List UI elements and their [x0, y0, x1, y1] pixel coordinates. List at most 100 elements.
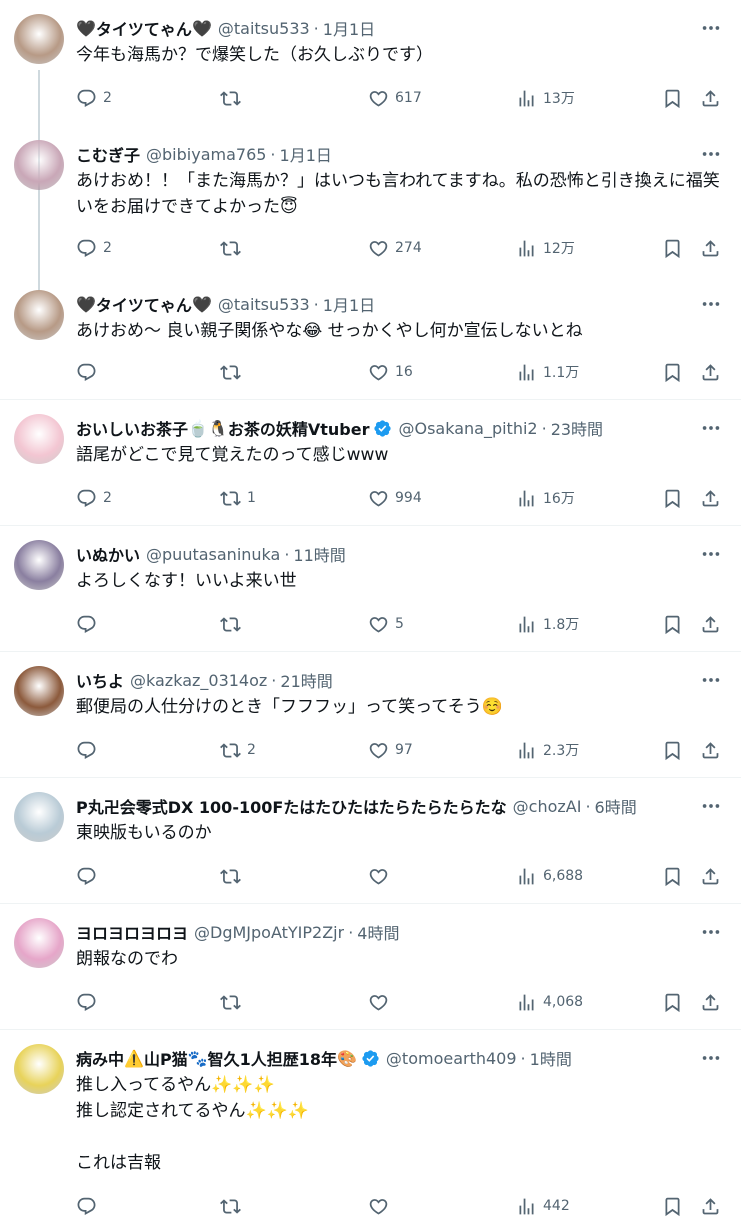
- repost-button[interactable]: [220, 989, 241, 1015]
- more-options-icon[interactable]: [699, 542, 723, 566]
- repost-button[interactable]: [220, 863, 241, 889]
- bookmark-button[interactable]: [662, 989, 683, 1015]
- post-timestamp[interactable]: 4時間: [357, 920, 399, 944]
- like-button[interactable]: [368, 1193, 389, 1219]
- repost-button[interactable]: [220, 611, 241, 637]
- avatar[interactable]: [14, 14, 64, 64]
- bookmark-button[interactable]: [662, 359, 683, 385]
- like-button[interactable]: [368, 989, 389, 1015]
- views-button[interactable]: 16万: [516, 485, 575, 511]
- more-options-icon[interactable]: [699, 16, 723, 40]
- bookmark-button[interactable]: [662, 611, 683, 637]
- more-options-icon[interactable]: [699, 668, 723, 692]
- avatar[interactable]: [14, 918, 64, 968]
- display-name[interactable]: いぬかい: [76, 542, 140, 566]
- repost-button[interactable]: [220, 85, 241, 111]
- reply-button[interactable]: 2: [76, 85, 112, 111]
- avatar[interactable]: [14, 792, 64, 842]
- more-options-icon[interactable]: [699, 292, 723, 316]
- display-name[interactable]: 🖤 タイツてゃん 🖤: [76, 292, 212, 316]
- like-button[interactable]: 274: [368, 235, 422, 261]
- views-button[interactable]: 442: [516, 1193, 570, 1219]
- reply-post[interactable]: いちよ @kazkaz_0314oz · 21時間 郵便局の人仕分けのとき「フフフッ」っ…: [0, 652, 741, 778]
- more-options-icon[interactable]: [699, 920, 723, 944]
- more-options-icon[interactable]: [699, 794, 723, 818]
- reply-button[interactable]: 2: [76, 485, 112, 511]
- share-button[interactable]: [700, 611, 721, 637]
- like-button[interactable]: 994: [368, 485, 422, 511]
- avatar[interactable]: [14, 414, 64, 464]
- display-name[interactable]: こむぎ子: [76, 142, 140, 166]
- display-name[interactable]: P丸卍会零式DX 100-100Fたはたひたはたらたらたらたな: [76, 794, 507, 818]
- post-timestamp[interactable]: 6時間: [595, 794, 637, 818]
- post-timestamp[interactable]: 23時間: [551, 416, 603, 440]
- reply-post[interactable]: 🖤 タイツてゃん 🖤 @taitsu533 · 1月1日 今年も海馬か？で爆笑した（お久しぶ…: [0, 0, 741, 126]
- more-options-icon[interactable]: [699, 1046, 723, 1070]
- reply-button[interactable]: [76, 863, 97, 889]
- user-handle[interactable]: @chozAI: [513, 797, 582, 816]
- user-handle[interactable]: @kazkaz_0314oz: [130, 671, 267, 690]
- avatar[interactable]: [14, 140, 64, 190]
- share-button[interactable]: [700, 863, 721, 889]
- more-options-icon[interactable]: [699, 142, 723, 166]
- reply-button[interactable]: [76, 737, 97, 763]
- reply-post[interactable]: こむぎ子 @bibiyama765 · 1月1日 あけおめ！！「また海馬か？」はいつも言…: [0, 126, 741, 276]
- reply-post[interactable]: ヨロヨロヨロヨ @DgMJpoAtYIP2Zjr · 4時間 朗報なのでわ 4,068: [0, 904, 741, 1030]
- bookmark-button[interactable]: [662, 85, 683, 111]
- share-button[interactable]: [700, 737, 721, 763]
- post-timestamp[interactable]: 21時間: [280, 668, 332, 692]
- like-button[interactable]: 5: [368, 611, 404, 637]
- share-button[interactable]: [700, 85, 721, 111]
- user-handle[interactable]: @puutasaninuka: [146, 545, 280, 564]
- like-button[interactable]: 617: [368, 85, 422, 111]
- reply-post[interactable]: いぬかい @puutasaninuka · 11時間 よろしくなす！いいよ来い世 5 1.8…: [0, 526, 741, 652]
- share-button[interactable]: [700, 359, 721, 385]
- like-button[interactable]: 97: [368, 737, 413, 763]
- display-name[interactable]: ヨロヨロヨロヨ: [76, 920, 188, 944]
- post-timestamp[interactable]: 1月1日: [323, 292, 375, 316]
- user-handle[interactable]: @taitsu533: [218, 295, 310, 314]
- bookmark-button[interactable]: [662, 863, 683, 889]
- share-button[interactable]: [700, 1193, 721, 1219]
- reply-post[interactable]: P丸卍会零式DX 100-100Fたはたひたはたらたらたらたな @chozAI · 6…: [0, 778, 741, 904]
- views-button[interactable]: 1.1万: [516, 359, 579, 385]
- avatar[interactable]: [14, 290, 64, 340]
- post-timestamp[interactable]: 1月1日: [280, 142, 332, 166]
- reply-button[interactable]: [76, 1193, 97, 1219]
- user-handle[interactable]: @bibiyama765: [146, 145, 266, 164]
- post-timestamp[interactable]: 1時間: [530, 1046, 572, 1070]
- bookmark-button[interactable]: [662, 485, 683, 511]
- views-button[interactable]: 13万: [516, 85, 575, 111]
- avatar[interactable]: [14, 1044, 64, 1094]
- avatar[interactable]: [14, 540, 64, 590]
- reply-post[interactable]: おいしいお茶子 🍵🐧 お茶の妖精Vtuber @Osakana_pithi2 · 23時間…: [0, 400, 741, 526]
- share-button[interactable]: [700, 235, 721, 261]
- reply-post[interactable]: 病み中 ⚠️ 山P猫 🐾 智久1人担歴18年 🎨 @tomoearth409 · 1時間 推し入っ…: [0, 1030, 741, 1224]
- display-name[interactable]: 🖤 タイツてゃん 🖤: [76, 16, 212, 40]
- post-timestamp[interactable]: 1月1日: [323, 16, 375, 40]
- views-button[interactable]: 2.3万: [516, 737, 579, 763]
- repost-button[interactable]: 1: [220, 485, 256, 511]
- views-button[interactable]: 4,068: [516, 989, 583, 1015]
- reply-button[interactable]: [76, 611, 97, 637]
- views-button[interactable]: 12万: [516, 235, 575, 261]
- like-button[interactable]: 16: [368, 359, 413, 385]
- user-handle[interactable]: @tomoearth409: [386, 1049, 517, 1068]
- bookmark-button[interactable]: [662, 235, 683, 261]
- reply-post[interactable]: 🖤 タイツてゃん 🖤 @taitsu533 · 1月1日 あけおめ～ 良い親子関係やな😂 せ…: [0, 276, 741, 400]
- repost-button[interactable]: [220, 1193, 241, 1219]
- reply-button[interactable]: [76, 359, 97, 385]
- display-name[interactable]: 病み中 ⚠️ 山P猫 🐾 智久1人担歴18年 🎨: [76, 1046, 357, 1070]
- user-handle[interactable]: @DgMJpoAtYIP2Zjr: [194, 923, 344, 942]
- post-timestamp[interactable]: 11時間: [293, 542, 345, 566]
- reply-button[interactable]: [76, 989, 97, 1015]
- share-button[interactable]: [700, 485, 721, 511]
- reply-button[interactable]: 2: [76, 235, 112, 261]
- bookmark-button[interactable]: [662, 1193, 683, 1219]
- display-name[interactable]: いちよ: [76, 668, 124, 692]
- share-button[interactable]: [700, 989, 721, 1015]
- bookmark-button[interactable]: [662, 737, 683, 763]
- views-button[interactable]: 6,688: [516, 863, 583, 889]
- user-handle[interactable]: @taitsu533: [218, 19, 310, 38]
- more-options-icon[interactable]: [699, 416, 723, 440]
